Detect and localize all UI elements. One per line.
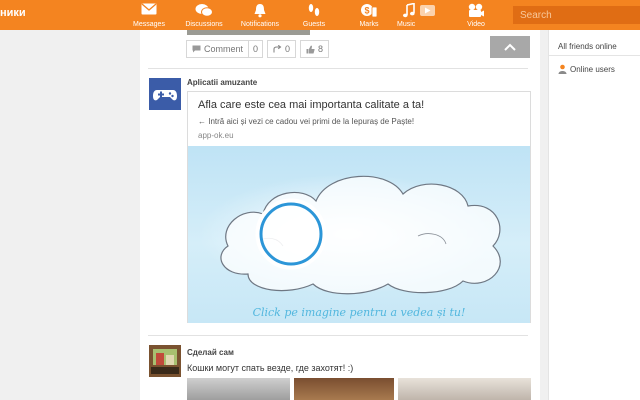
card-title[interactable]: Afla care este cea mai importanta calita…	[198, 99, 424, 111]
post-text: Кошки могут спать везде, где захотят! :)	[187, 363, 354, 373]
right-sidebar: All friends online Online users	[548, 30, 640, 400]
nav-music[interactable]: Music	[388, 2, 448, 29]
like-button[interactable]: 8	[300, 40, 330, 58]
post-photo-thumbnail[interactable]	[187, 378, 290, 400]
top-bar: ники Messages Discussions Notifications …	[0, 0, 640, 30]
left-column	[0, 30, 140, 400]
chat-bubbles-icon	[178, 3, 230, 20]
site-logo[interactable]: ники	[0, 7, 26, 19]
svg-text:$: $	[364, 6, 369, 16]
post-author[interactable]: Aplicatii amuzante	[187, 78, 257, 87]
like-count: 8	[318, 44, 324, 54]
avatar[interactable]	[149, 78, 181, 110]
comment-count: 0	[248, 41, 262, 57]
share-icon	[273, 45, 282, 53]
link-card[interactable]: Afla care este cea mai importanta calita…	[187, 91, 531, 323]
nav-notifications-label: Notifications	[240, 21, 280, 28]
nav-guests-label: Guests	[302, 21, 326, 28]
post-divider	[148, 68, 528, 69]
card-image[interactable]: Click pe imagine pentru a vedea și tu!	[188, 146, 530, 323]
feed: Comment 0 0 8 Aplicatii amuzante Afla ca…	[140, 30, 540, 400]
gamepad-icon	[149, 78, 181, 110]
nav-video-label: Video	[467, 21, 485, 28]
nav-music-label: Music	[397, 21, 416, 28]
thumbs-up-icon	[306, 45, 315, 53]
comment-label: Comment	[204, 44, 244, 54]
online-users-link[interactable]: Online users	[558, 64, 615, 74]
nav-video[interactable]: Video	[450, 2, 502, 29]
cloud-illustration	[198, 174, 501, 295]
previous-post-image[interactable]	[187, 30, 310, 35]
share-button[interactable]: 0	[267, 40, 297, 58]
nav-discussions-label: Discussions	[185, 21, 223, 28]
video-camera-icon	[450, 3, 502, 20]
music-note-icon	[388, 3, 448, 20]
image-caption: Click pe imagine pentru a vedea și tu!	[252, 306, 466, 319]
nav-messages-label: Messages	[133, 21, 165, 28]
post-actions: Comment 0 0 8	[186, 40, 330, 60]
nav-messages[interactable]: Messages	[123, 2, 175, 29]
user-icon	[558, 64, 567, 74]
footprints-icon	[288, 3, 340, 20]
nav-guests[interactable]: Guests	[288, 2, 340, 29]
card-host: app-ok.eu	[198, 131, 234, 140]
online-users-label: Online users	[570, 64, 615, 74]
scroll-to-top-button[interactable]	[490, 36, 530, 58]
card-subtitle: ← Intră aici și vezi ce cadou vei primi …	[198, 117, 415, 126]
search-input[interactable]	[513, 6, 640, 24]
envelope-icon	[123, 3, 175, 20]
group-avatar-image	[149, 345, 181, 377]
chevron-up-icon	[504, 43, 516, 51]
post-photo-thumbnail[interactable]	[398, 378, 531, 400]
post-photo-thumbnail[interactable]	[294, 378, 394, 400]
nav-notifications[interactable]: Notifications	[234, 2, 286, 29]
bell-icon	[234, 3, 286, 20]
all-friends-online-link[interactable]: All friends online	[558, 42, 617, 51]
comment-button[interactable]: Comment 0	[186, 40, 264, 58]
sidebar-divider	[549, 55, 640, 56]
avatar[interactable]	[149, 345, 181, 377]
nav-discussions[interactable]: Discussions	[178, 2, 230, 29]
share-count: 0	[285, 44, 291, 54]
post-divider	[148, 335, 528, 336]
post-author[interactable]: Сделай сам	[187, 348, 234, 357]
comment-icon	[192, 45, 201, 53]
